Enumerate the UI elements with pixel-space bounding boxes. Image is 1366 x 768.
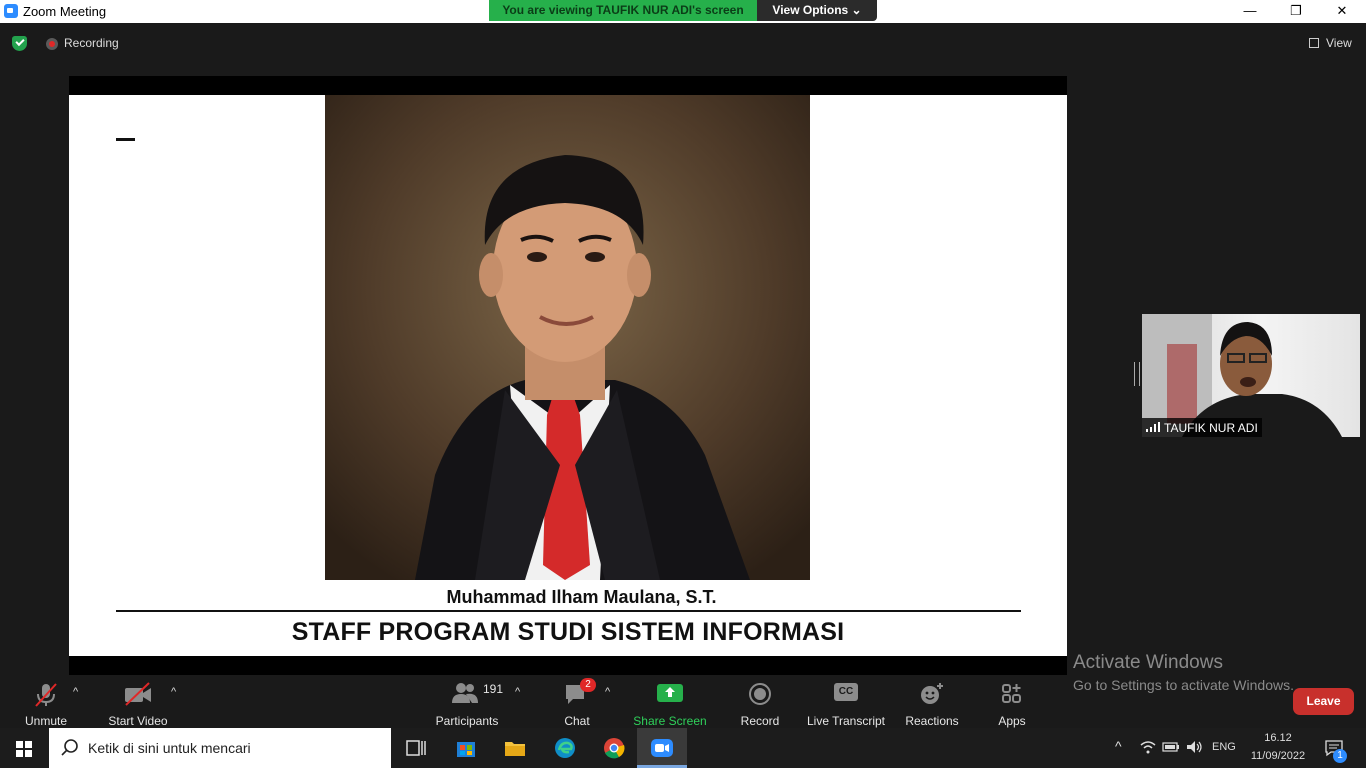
share-screen-label: Share Screen	[633, 714, 707, 728]
zoom-taskbar-icon[interactable]	[650, 736, 674, 760]
language-indicator[interactable]: ENG	[1212, 741, 1236, 753]
live-transcript-label: Live Transcript	[806, 714, 886, 728]
record-button[interactable]: Record	[735, 680, 785, 728]
reactions-smiley-icon	[921, 683, 943, 704]
microphone-muted-icon	[35, 683, 57, 707]
close-button[interactable]: ✕	[1319, 0, 1365, 23]
recording-icon	[46, 38, 58, 50]
file-explorer-icon[interactable]	[503, 736, 527, 760]
unmute-label: Unmute	[24, 714, 68, 728]
battery-icon[interactable]	[1162, 741, 1180, 753]
zoom-app-icon	[4, 4, 18, 18]
apps-icon	[1002, 684, 1021, 703]
portrait-illustration	[325, 95, 810, 580]
closed-caption-icon: CC	[834, 683, 858, 701]
notification-count-badge: 1	[1333, 749, 1347, 763]
participant-name: TAUFIK NUR ADI	[1164, 421, 1258, 435]
chat-button[interactable]: 2 Chat	[557, 678, 597, 728]
slide-title: STAFF PROGRAM STUDI SISTEM INFORMASI	[291, 618, 845, 646]
chat-options-caret[interactable]: ^	[605, 686, 610, 698]
security-shield-icon[interactable]	[12, 36, 27, 51]
signal-strength-icon	[1146, 422, 1160, 432]
windows-start-icon[interactable]	[0, 728, 48, 768]
share-letterbox-top	[69, 76, 1067, 95]
share-screen-icon	[657, 684, 683, 702]
leave-button[interactable]: Leave	[1293, 688, 1354, 715]
view-grid-icon[interactable]	[1309, 38, 1319, 48]
task-view-icon[interactable]	[404, 736, 428, 760]
portrait-photo	[325, 95, 810, 580]
volume-icon[interactable]	[1186, 740, 1204, 754]
record-icon	[749, 683, 771, 705]
unmute-button[interactable]: Unmute	[16, 680, 76, 728]
minimize-button[interactable]: —	[1227, 0, 1273, 23]
reactions-label: Reactions	[905, 714, 959, 728]
recording-label: Recording	[64, 36, 119, 50]
activate-windows-subtitle: Go to Settings to activate Windows.	[1073, 677, 1294, 693]
window-title: Zoom Meeting	[23, 4, 107, 19]
view-options-button[interactable]: View Options ⌄	[757, 0, 877, 21]
chat-label: Chat	[564, 714, 590, 728]
start-video-button[interactable]: Start Video	[103, 680, 173, 728]
search-placeholder: Ketik di sini untuk mencari	[88, 740, 251, 756]
activate-windows-title: Activate Windows	[1073, 652, 1223, 673]
maximize-button[interactable]: ❐	[1273, 0, 1319, 23]
start-video-label: Start Video	[108, 714, 168, 728]
participants-count: 191	[483, 682, 504, 696]
audio-options-caret[interactable]: ^	[73, 686, 78, 698]
clock-date[interactable]: 11/09/2022	[1249, 750, 1307, 762]
chrome-browser-icon[interactable]	[602, 736, 626, 760]
clock-time[interactable]: 16.12	[1249, 732, 1307, 744]
wifi-icon[interactable]	[1140, 740, 1156, 754]
video-options-caret[interactable]: ^	[171, 686, 176, 698]
share-screen-button[interactable]: Share Screen	[632, 680, 708, 728]
edge-browser-icon[interactable]	[553, 736, 577, 760]
panel-resize-handle[interactable]	[1134, 362, 1140, 386]
share-letterbox-bottom	[69, 656, 1067, 675]
record-label: Record	[740, 714, 780, 728]
participants-icon	[452, 683, 478, 703]
participants-options-caret[interactable]: ^	[515, 686, 520, 698]
view-button[interactable]: View	[1326, 36, 1352, 50]
participants-button[interactable]: 191 Participants	[432, 680, 504, 728]
chat-unread-badge: 2	[580, 678, 596, 692]
participants-label: Participants	[435, 714, 499, 728]
tray-expand-chevron-icon[interactable]: ^	[1115, 738, 1122, 754]
viewing-screen-banner: You are viewing TAUFIK NUR ADI's screen	[489, 0, 757, 21]
reactions-button[interactable]: Reactions	[903, 680, 961, 728]
microsoft-store-icon[interactable]	[454, 736, 478, 760]
apps-label: Apps	[998, 714, 1026, 728]
video-camera-off-icon	[125, 682, 151, 706]
live-transcript-button[interactable]: CC Live Transcript	[805, 680, 887, 728]
apps-button[interactable]: Apps	[992, 680, 1032, 728]
slide-person-name: Muhammad Ilham Maulana, S.T.	[446, 587, 717, 607]
slide-dash-mark	[116, 138, 135, 141]
slide-divider	[116, 610, 1021, 612]
search-icon	[61, 739, 78, 756]
